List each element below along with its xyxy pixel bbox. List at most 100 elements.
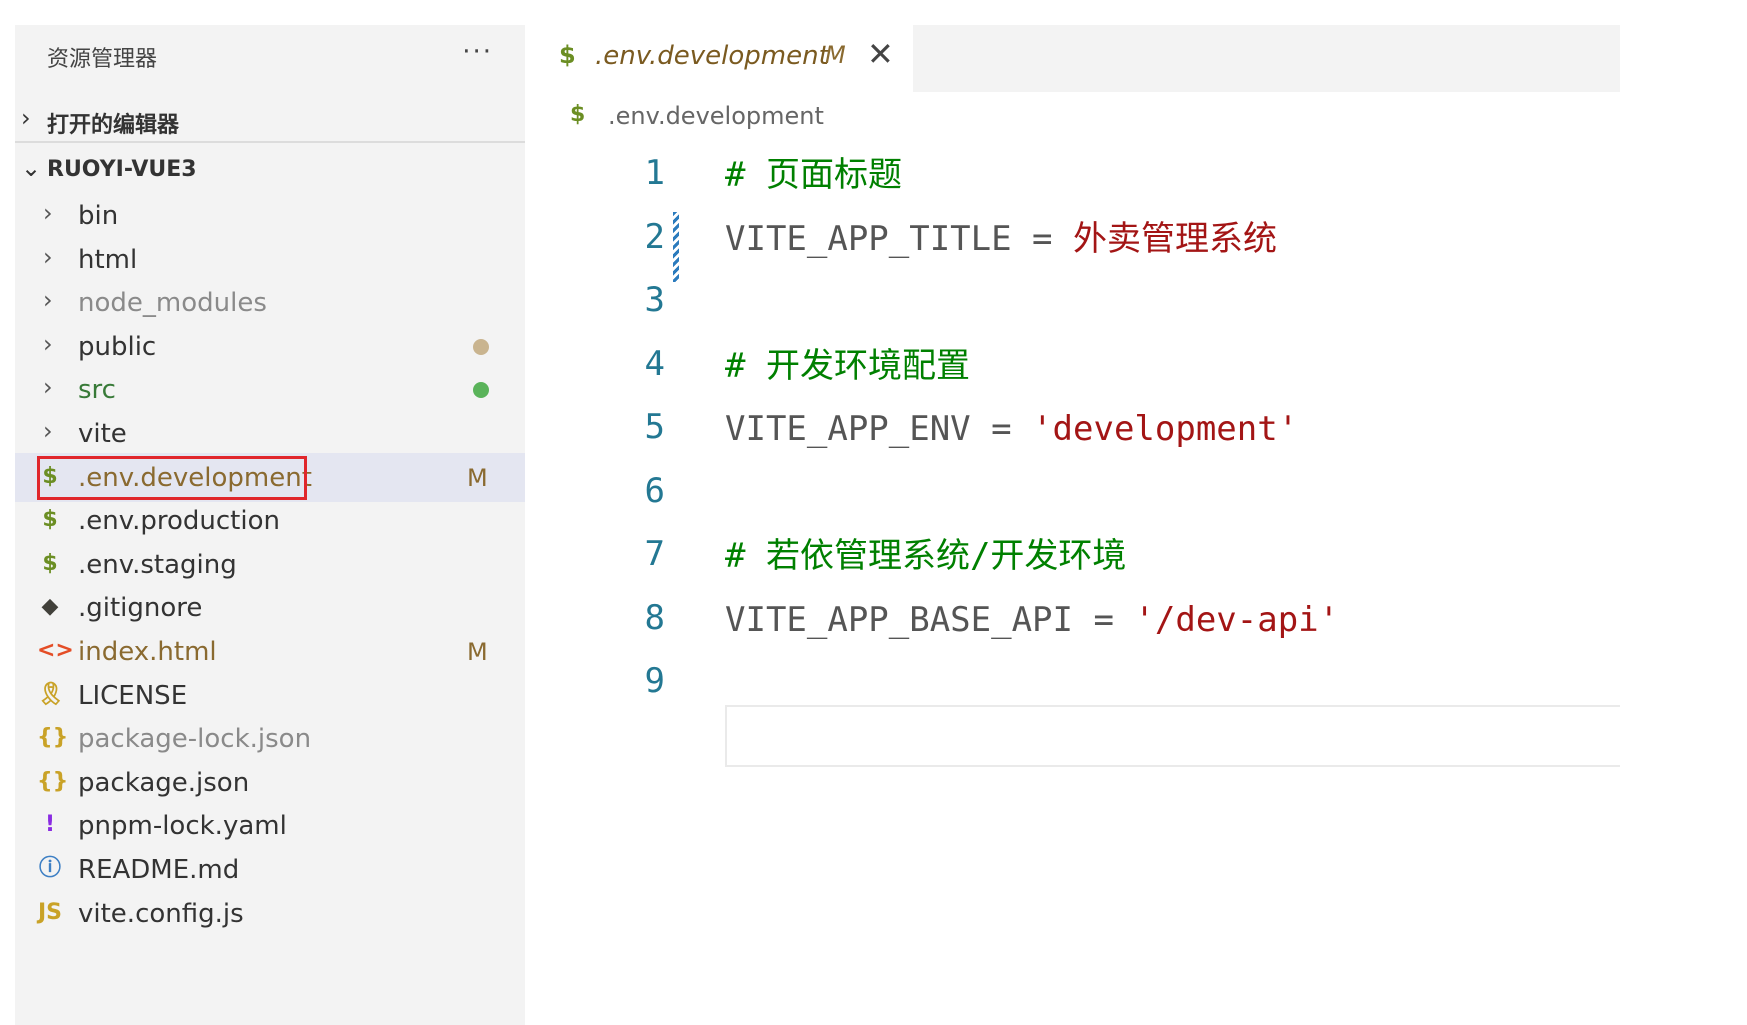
git-status-dot xyxy=(473,338,489,355)
chevron-right-icon: › xyxy=(43,286,53,315)
code-line[interactable]: 2 VITE_APP_TITLE = 外卖管理系统 xyxy=(545,204,1620,274)
code-token: VITE_APP_TITLE xyxy=(725,218,1012,259)
code-token: '/dev-api' xyxy=(1134,599,1340,640)
line-text: VITE_APP_ENV = 'development' xyxy=(725,407,1298,451)
file-item[interactable]: {} package-lock.json xyxy=(15,714,525,763)
item-name: index.html xyxy=(78,637,217,667)
line-number: 5 xyxy=(644,407,665,447)
line-number: 7 xyxy=(644,534,665,574)
file-item[interactable]: $ .env.production xyxy=(15,496,525,545)
code-line[interactable]: 9 xyxy=(545,648,1620,718)
code-token: # 开发环境配置 xyxy=(725,345,970,386)
editor-tab-bar: $ .env.development M ✕ xyxy=(545,25,1620,92)
js-icon: JS xyxy=(37,899,63,925)
folder-item[interactable]: › vite xyxy=(15,409,525,458)
folder-item[interactable]: › html xyxy=(15,235,525,284)
tab-env-development[interactable]: $ .env.development M ✕ xyxy=(545,25,913,92)
chevron-right-icon: › xyxy=(43,417,53,445)
file-item[interactable]: $ .env.staging xyxy=(15,540,525,589)
code-line[interactable]: 7 # 若依管理系统/开发环境 xyxy=(545,521,1620,591)
item-name: .env.production xyxy=(78,506,280,537)
folder-item[interactable]: › bin xyxy=(15,191,525,240)
open-editors-section[interactable]: › 打开的编辑器 xyxy=(15,95,525,143)
more-actions-button[interactable]: ··· xyxy=(462,37,493,67)
explorer-header: 资源管理器 ··· xyxy=(15,25,525,83)
html-icon: <> xyxy=(37,638,74,663)
project-root-label: RUOYI-VUE3 xyxy=(47,157,197,182)
item-name: pnpm-lock.yaml xyxy=(78,811,287,842)
code-token: = xyxy=(1073,599,1135,640)
item-name: bin xyxy=(78,201,119,231)
item-name: .env.staging xyxy=(78,549,237,580)
git-status-badge: M xyxy=(467,463,488,492)
item-name: README.md xyxy=(78,855,240,885)
item-name: vite.config.js xyxy=(78,898,244,929)
json-icon: {} xyxy=(37,725,69,751)
line-text: # 开发环境配置 xyxy=(725,344,970,388)
line-number: 3 xyxy=(644,280,665,320)
json-icon: {} xyxy=(37,768,69,794)
file-item[interactable]: $ .env.development M xyxy=(15,452,525,502)
license-icon: 🎗 xyxy=(37,681,65,707)
breadcrumb-file[interactable]: .env.development xyxy=(608,102,824,130)
line-text: # 若依管理系统/开发环境 xyxy=(725,534,1126,578)
code-token: = xyxy=(1011,218,1073,259)
code-editor[interactable]: 1 # 页面标题 2 VITE_APP_TITLE = 外卖管理系统 3 4 # 开发环境配… xyxy=(545,140,1620,790)
folder-item[interactable]: › node_modules xyxy=(15,278,525,327)
code-token: # 若依管理系统/开发环境 xyxy=(725,536,1127,576)
code-line[interactable]: 1 # 页面标题 xyxy=(545,140,1620,210)
yaml-icon: ! xyxy=(44,812,56,838)
item-name: package-lock.json xyxy=(78,724,312,755)
dollar-icon: $ xyxy=(559,41,576,69)
line-text: # 页面标题 xyxy=(725,153,902,197)
line-number: 2 xyxy=(644,216,665,257)
file-item[interactable]: 🎗 LICENSE xyxy=(15,671,525,720)
line-text: VITE_APP_BASE_API = '/dev-api' xyxy=(725,598,1339,642)
file-item[interactable]: ◆ .gitignore xyxy=(15,583,525,632)
item-name: node_modules xyxy=(78,288,267,319)
chevron-right-icon: › xyxy=(21,104,31,132)
code-token: VITE_APP_BASE_API xyxy=(725,599,1073,640)
item-name: .gitignore xyxy=(78,593,203,624)
chevron-right-icon: › xyxy=(43,373,53,402)
chevron-down-icon: ⌄ xyxy=(21,154,42,182)
code-token: # 页面标题 xyxy=(725,155,902,195)
code-token: = xyxy=(970,409,1033,449)
git-icon: ◆ xyxy=(41,594,59,620)
code-token: VITE_APP_ENV xyxy=(725,409,971,449)
item-name: vite xyxy=(78,419,127,449)
annotation-highlight-box xyxy=(37,455,307,500)
chevron-right-icon: › xyxy=(43,242,53,271)
open-editors-label: 打开的编辑器 xyxy=(47,113,180,138)
project-root-section[interactable]: ⌄ RUOYI-VUE3 xyxy=(15,145,525,193)
chevron-right-icon: › xyxy=(43,329,53,358)
code-line[interactable]: 8 VITE_APP_BASE_API = '/dev-api' xyxy=(545,585,1620,655)
file-item[interactable]: <> index.html M xyxy=(15,627,525,676)
close-tab-button[interactable]: ✕ xyxy=(867,35,894,73)
explorer-title: 资源管理器 xyxy=(47,47,158,72)
file-item[interactable]: ⓘ README.md xyxy=(15,845,525,894)
item-name: package.json xyxy=(78,767,250,798)
dollar-icon: $ xyxy=(42,507,58,533)
file-item[interactable]: {} package.json xyxy=(15,758,525,807)
folder-item[interactable]: › src xyxy=(15,365,525,414)
code-line[interactable]: 6 xyxy=(545,458,1620,528)
code-line[interactable]: 5 VITE_APP_ENV = 'development' xyxy=(545,394,1620,464)
code-line[interactable]: 4 # 开发环境配置 xyxy=(545,331,1620,401)
code-token: 外卖管理系统 xyxy=(1073,218,1277,259)
item-name: src xyxy=(78,375,116,406)
line-text: VITE_APP_TITLE = 外卖管理系统 xyxy=(725,217,1277,261)
folder-item[interactable]: › public xyxy=(15,322,525,371)
item-name: LICENSE xyxy=(78,680,188,711)
git-status-dot xyxy=(473,382,489,399)
file-item[interactable]: JS vite.config.js xyxy=(15,889,525,938)
file-item[interactable]: ! pnpm-lock.yaml xyxy=(15,801,525,850)
modified-indicator: M xyxy=(825,41,846,69)
code-line[interactable]: 3 xyxy=(545,267,1620,337)
item-name: html xyxy=(78,244,138,275)
line-number: 6 xyxy=(644,470,665,511)
info-icon: ⓘ xyxy=(38,856,61,881)
explorer-sidebar: 资源管理器 ··· › 打开的编辑器 ⌄ RUOYI-VUE3 › bin › htm… xyxy=(15,25,525,1025)
chevron-right-icon: › xyxy=(43,199,53,227)
git-status-badge: M xyxy=(467,638,488,666)
